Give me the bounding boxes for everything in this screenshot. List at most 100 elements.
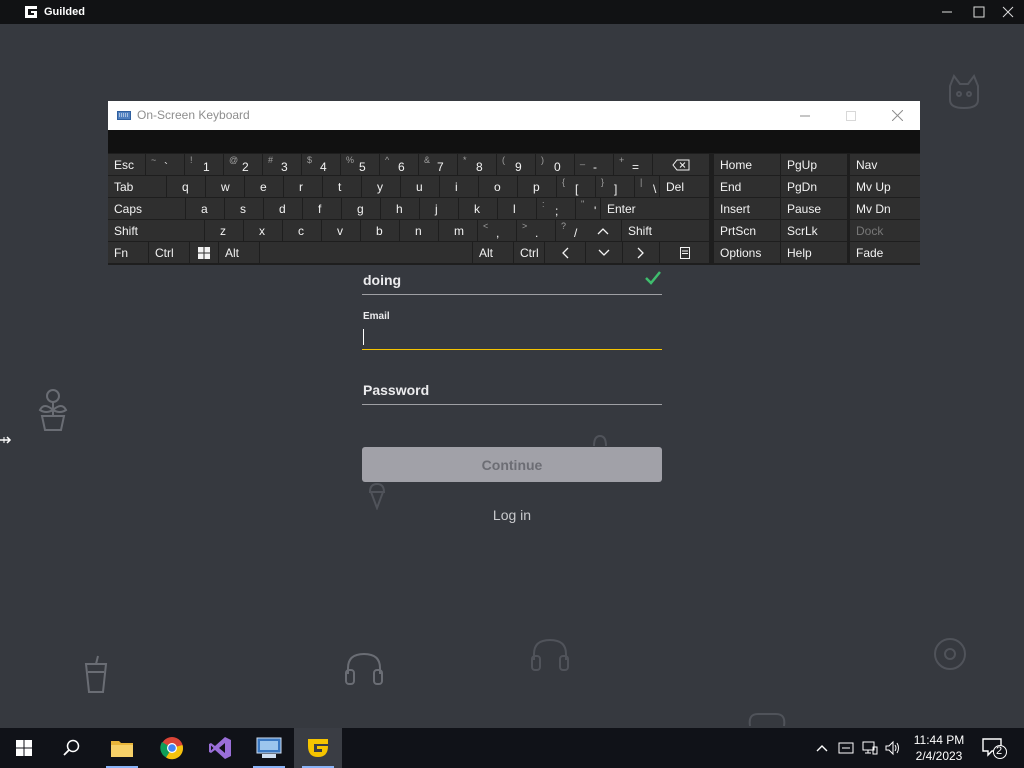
key-ctrl[interactable]: Ctrl bbox=[514, 242, 544, 263]
visual-studio-button[interactable] bbox=[196, 728, 244, 768]
key-right-arrow[interactable] bbox=[623, 242, 659, 263]
search-button[interactable] bbox=[48, 728, 96, 768]
key-u[interactable]: u bbox=[401, 176, 439, 197]
start-button[interactable] bbox=[0, 728, 48, 768]
key-m[interactable]: m bbox=[439, 220, 477, 241]
key-shift[interactable]: Shift bbox=[108, 220, 204, 241]
key-5[interactable]: % 5 bbox=[341, 154, 379, 175]
key-h[interactable]: h bbox=[381, 198, 419, 219]
key-r[interactable]: r bbox=[284, 176, 322, 197]
key-end[interactable]: End bbox=[714, 176, 780, 197]
key-z[interactable]: z bbox=[205, 220, 243, 241]
key-t[interactable]: t bbox=[323, 176, 361, 197]
key-caps[interactable]: Caps bbox=[108, 198, 185, 219]
key-;[interactable]: :; bbox=[537, 198, 575, 219]
key-4[interactable]: $4 bbox=[302, 154, 340, 175]
key-pgdn[interactable]: PgDn bbox=[781, 176, 847, 197]
key-s[interactable]: s bbox=[225, 198, 263, 219]
key-8[interactable]: * 8 bbox=[458, 154, 496, 175]
key-7[interactable]: & 7 bbox=[419, 154, 457, 175]
key-ctrl[interactable]: Ctrl bbox=[149, 242, 189, 263]
key-3[interactable]: #3 bbox=[263, 154, 301, 175]
key-c[interactable]: c bbox=[283, 220, 321, 241]
osk-close-button[interactable] bbox=[874, 101, 920, 130]
key-=[interactable]: + = bbox=[614, 154, 652, 175]
key-fn[interactable]: Fn bbox=[108, 242, 148, 263]
key-pause[interactable]: Pause bbox=[781, 198, 847, 219]
key-x[interactable]: x bbox=[244, 220, 282, 241]
key-p[interactable]: p bbox=[518, 176, 556, 197]
key-enter[interactable]: Enter bbox=[601, 198, 709, 219]
key-dock[interactable]: Dock bbox=[850, 220, 920, 241]
chrome-button[interactable] bbox=[148, 728, 196, 768]
key-home[interactable]: Home bbox=[714, 154, 780, 175]
key-menu-key[interactable] bbox=[660, 242, 709, 263]
key-.[interactable]: >. bbox=[517, 220, 555, 241]
key-d[interactable]: d bbox=[264, 198, 302, 219]
key-windows[interactable] bbox=[190, 242, 218, 263]
key-l[interactable]: l bbox=[498, 198, 536, 219]
key-w[interactable]: w bbox=[206, 176, 244, 197]
key-v[interactable]: v bbox=[322, 220, 360, 241]
key-,[interactable]: <, bbox=[478, 220, 516, 241]
key-nav[interactable]: Nav bbox=[850, 154, 920, 175]
key-space[interactable] bbox=[260, 242, 472, 263]
key-\[interactable]: | \ bbox=[635, 176, 659, 197]
key-fade[interactable]: Fade bbox=[850, 242, 920, 263]
key-esc[interactable]: Esc bbox=[108, 154, 145, 175]
key-[[interactable]: {[ bbox=[557, 176, 595, 197]
login-link[interactable]: Log in bbox=[362, 507, 662, 523]
key-help[interactable]: Help bbox=[781, 242, 847, 263]
key-shift[interactable]: Shift bbox=[622, 220, 709, 241]
key-n[interactable]: n bbox=[400, 220, 438, 241]
continue-button[interactable]: Continue bbox=[362, 447, 662, 482]
key-g[interactable]: g bbox=[342, 198, 380, 219]
volume-tray-button[interactable] bbox=[885, 739, 901, 757]
key-left-arrow[interactable] bbox=[545, 242, 585, 263]
key-9[interactable]: (9 bbox=[497, 154, 535, 175]
key-1[interactable]: ! 1 bbox=[185, 154, 223, 175]
key-k[interactable]: k bbox=[459, 198, 497, 219]
key-`[interactable]: ~ ` bbox=[146, 154, 184, 175]
key-0[interactable]: ) 0 bbox=[536, 154, 574, 175]
maximize-button[interactable] bbox=[964, 0, 994, 24]
key-up-arrow[interactable] bbox=[585, 220, 621, 241]
key-b[interactable]: b bbox=[361, 220, 399, 241]
key-a[interactable]: a bbox=[186, 198, 224, 219]
key-o[interactable]: o bbox=[479, 176, 517, 197]
system-clock[interactable]: 11:44 PM 2/4/2023 bbox=[905, 732, 973, 764]
guilded-taskbar-button[interactable] bbox=[294, 728, 342, 768]
key-q[interactable]: q bbox=[167, 176, 205, 197]
key-backspace[interactable] bbox=[653, 154, 709, 175]
minimize-button[interactable] bbox=[932, 0, 962, 24]
key-e[interactable]: e bbox=[245, 176, 283, 197]
tray-app-button[interactable] bbox=[838, 739, 854, 757]
key-y[interactable]: y bbox=[362, 176, 400, 197]
network-app-button[interactable] bbox=[245, 728, 293, 768]
key-scrlk[interactable]: ScrLk bbox=[781, 220, 847, 241]
key-insert[interactable]: Insert bbox=[714, 198, 780, 219]
key-prtscn[interactable]: PrtScn bbox=[714, 220, 780, 241]
key-j[interactable]: j bbox=[420, 198, 458, 219]
key-6[interactable]: ^ 6 bbox=[380, 154, 418, 175]
key-i[interactable]: i bbox=[440, 176, 478, 197]
key-alt[interactable]: Alt bbox=[219, 242, 259, 263]
key-alt[interactable]: Alt bbox=[473, 242, 513, 263]
key-'[interactable]: " ' bbox=[576, 198, 600, 219]
key-options[interactable]: Options bbox=[714, 242, 780, 263]
key--[interactable]: _ - bbox=[575, 154, 613, 175]
key-down-arrow[interactable] bbox=[586, 242, 622, 263]
file-explorer-button[interactable] bbox=[98, 728, 146, 768]
key-2[interactable]: @2 bbox=[224, 154, 262, 175]
key-tab[interactable]: Tab bbox=[108, 176, 166, 197]
key-pgup[interactable]: PgUp bbox=[781, 154, 847, 175]
show-hidden-icons-button[interactable] bbox=[815, 739, 831, 757]
action-center-button[interactable]: 2 bbox=[980, 736, 1008, 760]
key-mvdn[interactable]: Mv Dn bbox=[850, 198, 920, 219]
close-button[interactable] bbox=[993, 0, 1023, 24]
key-][interactable]: }] bbox=[596, 176, 634, 197]
osk-minimize-button[interactable] bbox=[782, 101, 828, 130]
network-tray-button[interactable] bbox=[862, 739, 878, 757]
key-del[interactable]: Del bbox=[660, 176, 709, 197]
key-mvup[interactable]: Mv Up bbox=[850, 176, 920, 197]
